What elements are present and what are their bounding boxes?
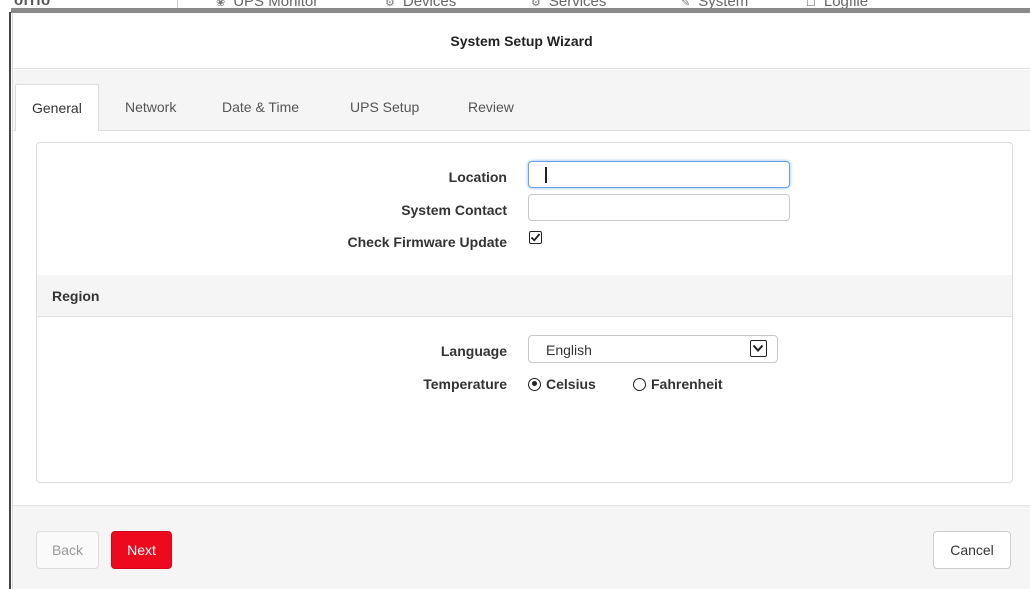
region-section-title: Region (52, 288, 100, 304)
dialog-header: System Setup Wizard (13, 13, 1030, 69)
check-firmware-label: Check Firmware Update (347, 234, 508, 250)
text-caret (545, 167, 547, 183)
temperature-option-fahrenheit[interactable]: Fahrenheit (633, 376, 723, 392)
dialog-footer: Back Next Cancel (13, 505, 1030, 589)
temperature-row: Temperature Celsius Fahrenheit (37, 368, 1012, 398)
general-settings-panel: Location System Contact Check Firmware U… (36, 142, 1013, 483)
fahrenheit-label: Fahrenheit (651, 376, 723, 392)
dialog-body: Location System Contact Check Firmware U… (13, 131, 1030, 505)
cancel-button[interactable]: Cancel (933, 531, 1011, 569)
region-section-header: Region (37, 275, 1012, 317)
chevron-down-icon (750, 340, 767, 357)
system-contact-label: System Contact (401, 202, 507, 218)
tab-review[interactable]: Review (452, 84, 530, 132)
location-row: Location (37, 161, 1012, 191)
system-contact-row: System Contact (37, 194, 1012, 224)
language-selected-value: English (546, 342, 592, 358)
tab-date-time[interactable]: Date & Time (206, 84, 315, 132)
tab-network[interactable]: Network (109, 84, 192, 132)
fahrenheit-radio[interactable] (633, 377, 646, 391)
celsius-radio[interactable] (528, 377, 541, 391)
modal-backdrop-edge (0, 12, 11, 589)
temperature-label: Temperature (423, 376, 507, 392)
checkmark-icon (530, 233, 541, 242)
location-input[interactable] (528, 161, 790, 188)
dialog-title: System Setup Wizard (450, 32, 593, 49)
back-button[interactable]: Back (36, 531, 99, 569)
wizard-tabs: General Network Date & Time UPS Setup Re… (13, 70, 1030, 132)
tab-general[interactable]: General (15, 84, 99, 132)
check-firmware-row: Check Firmware Update (37, 226, 1012, 256)
celsius-label: Celsius (546, 376, 596, 392)
language-row: Language English (37, 335, 1012, 365)
setup-wizard-dialog: System Setup Wizard General Network Date… (12, 13, 1030, 589)
next-button[interactable]: Next (111, 531, 172, 569)
check-firmware-checkbox[interactable] (529, 231, 542, 244)
location-label: Location (448, 169, 507, 185)
language-select[interactable]: English (528, 335, 778, 363)
language-label: Language (440, 343, 507, 359)
tab-ups-setup[interactable]: UPS Setup (334, 84, 435, 132)
temperature-option-celsius[interactable]: Celsius (528, 376, 596, 392)
system-contact-input[interactable] (528, 194, 790, 221)
